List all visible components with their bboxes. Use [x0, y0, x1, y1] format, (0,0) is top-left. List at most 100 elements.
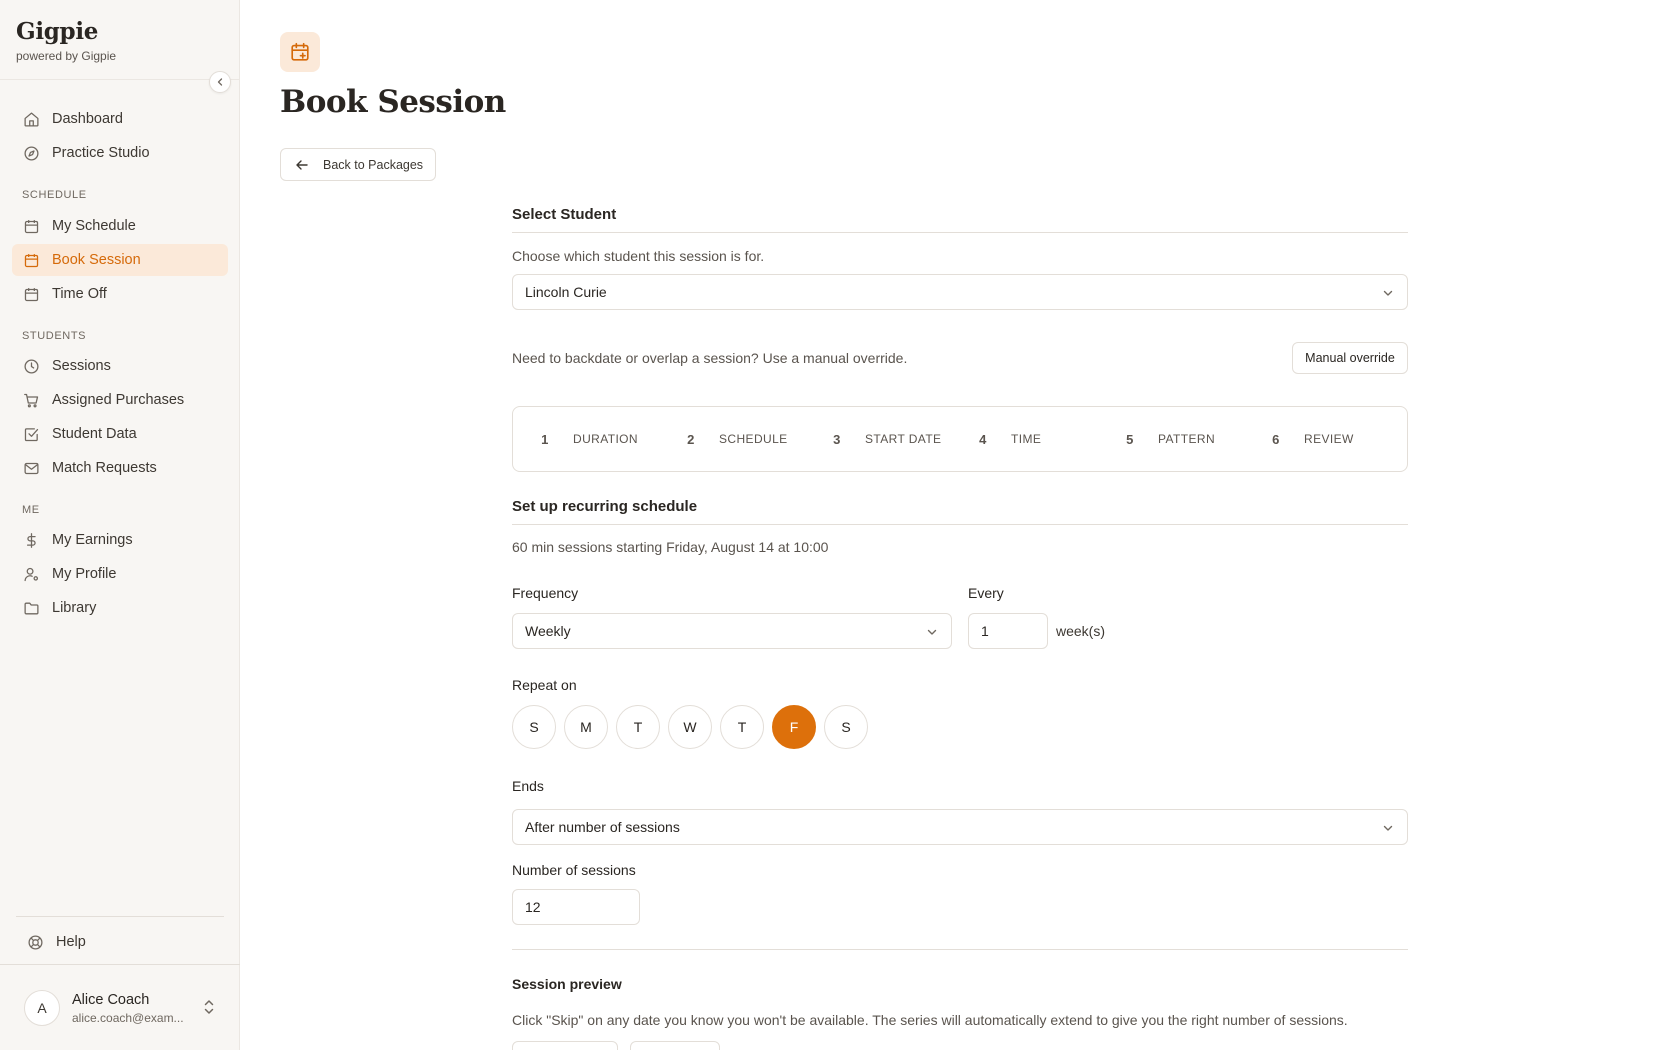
ends-label: Ends [512, 778, 544, 794]
day-toggle-saturday[interactable]: S [824, 705, 868, 749]
sidebar-item-sessions[interactable]: Sessions [12, 350, 228, 382]
nav-section-schedule: SCHEDULE [22, 189, 87, 201]
session-preview-description: Click "Skip" on any date you know you wo… [512, 1012, 1348, 1028]
brand[interactable]: Gigpie powered by Gigpie [16, 18, 116, 63]
sidebar-item-my-schedule[interactable]: My Schedule [12, 210, 228, 242]
step-start-date[interactable]: 3 START DATE [821, 423, 941, 455]
user-name: Alice Coach [72, 991, 150, 1008]
step-label: REVIEW [1304, 432, 1354, 446]
step-number: 4 [979, 431, 987, 447]
sidebar-divider [16, 916, 224, 917]
booking-stepper: 1 DURATION 2 SCHEDULE 3 START DATE 4 TIM… [512, 406, 1408, 472]
frequency-label: Frequency [512, 585, 579, 601]
step-schedule[interactable]: 2 SCHEDULE [675, 423, 788, 455]
sidebar-item-library[interactable]: Library [12, 592, 228, 624]
chevron-up-down-icon [202, 998, 216, 1021]
select-student-heading: Select Student [512, 206, 617, 223]
step-time[interactable]: 4 TIME [967, 423, 1041, 455]
dollar-icon [22, 531, 40, 549]
lifebuoy-icon [26, 933, 44, 951]
calendar-icon [22, 251, 40, 269]
session-count-input[interactable]: 12 [512, 889, 640, 925]
sidebar-item-label: Match Requests [52, 460, 157, 476]
ends-select-value: After number of sessions [525, 819, 680, 835]
help-label: Help [56, 934, 86, 950]
brand-name: Gigpie [16, 18, 99, 45]
step-review: 6 REVIEW [1260, 423, 1354, 455]
sidebar-item-label: My Schedule [52, 218, 136, 234]
sidebar-item-label: Dashboard [52, 111, 123, 127]
step-label: TIME [1011, 432, 1042, 446]
frequency-select[interactable]: Weekly [512, 613, 952, 649]
day-toggle-thursday[interactable]: T [720, 705, 764, 749]
sidebar-item-label: Assigned Purchases [52, 392, 185, 408]
day-toggle-friday[interactable]: F [772, 705, 816, 749]
calendar-icon [22, 217, 40, 235]
step-number: 2 [687, 431, 695, 447]
sidebar-item-label: My Profile [52, 566, 117, 582]
nav-section-students: STUDENTS [22, 330, 87, 342]
select-student-description: Choose which student this session is for… [512, 248, 765, 264]
sidebar-item-label: Sessions [52, 358, 111, 374]
sidebar-item-time-off[interactable]: Time Off [12, 278, 228, 310]
step-pattern[interactable]: 5 PATTERN [1114, 423, 1215, 455]
step-number: 1 [541, 431, 549, 447]
sidebar-item-label: Practice Studio [52, 145, 150, 161]
back-to-packages-button[interactable]: Back to Packages [280, 148, 436, 181]
sidebar-item-my-earnings[interactable]: My Earnings [12, 524, 228, 556]
home-icon [22, 110, 40, 128]
sidebar-item-practice-studio[interactable]: Practice Studio [12, 137, 228, 169]
session-preview-heading: Session preview [512, 976, 622, 992]
calendar-plus-icon [280, 32, 320, 72]
sidebar-item-student-data[interactable]: Student Data [12, 418, 228, 450]
arrow-left-icon [295, 158, 309, 172]
every-interval-input[interactable]: 1 [968, 613, 1048, 649]
day-toggle-tuesday[interactable]: T [616, 705, 660, 749]
chevron-left-icon [217, 78, 223, 86]
clock-icon [22, 357, 40, 375]
step-label: SCHEDULE [719, 432, 788, 446]
step-duration[interactable]: 1 DURATION [529, 423, 638, 455]
day-toggle-wednesday[interactable]: W [668, 705, 712, 749]
user-menu[interactable]: A Alice Coach alice.coach@exam... [16, 985, 224, 1031]
sidebar-item-label: My Earnings [52, 532, 133, 548]
brand-subtitle: powered by Gigpie [16, 49, 117, 63]
page-title: Book Session [280, 84, 506, 120]
collapse-sidebar-button[interactable] [209, 71, 231, 93]
sidebar: Gigpie powered by Gigpie Dashboard Pract… [0, 0, 240, 1050]
user-settings-icon [22, 565, 40, 583]
sidebar-item-my-profile[interactable]: My Profile [12, 558, 228, 590]
chevron-down-icon [925, 625, 939, 639]
step-label: START DATE [865, 432, 942, 446]
folder-icon [22, 599, 40, 617]
sidebar-item-label: Library [52, 600, 97, 616]
compass-icon [22, 144, 40, 162]
preview-chip [630, 1041, 720, 1050]
sidebar-item-assigned-purchases[interactable]: Assigned Purchases [12, 384, 228, 416]
day-toggle-sunday[interactable]: S [512, 705, 556, 749]
avatar: A [24, 990, 60, 1026]
step-number: 3 [833, 431, 841, 447]
ends-select[interactable]: After number of sessions [512, 809, 1408, 845]
section-divider [512, 232, 1408, 233]
day-toggle-monday[interactable]: M [564, 705, 608, 749]
cart-icon [22, 391, 40, 409]
chevron-down-icon [1381, 286, 1395, 300]
session-count-label: Number of sessions [512, 862, 636, 878]
sidebar-item-label: Student Data [52, 426, 137, 442]
calendar-icon [22, 285, 40, 303]
sidebar-item-label: Time Off [52, 286, 107, 302]
mail-icon [22, 459, 40, 477]
nav-section-me: ME [22, 504, 40, 516]
user-email: alice.coach@exam... [72, 1010, 184, 1025]
sidebar-item-match-requests[interactable]: Match Requests [12, 452, 228, 484]
sidebar-item-help[interactable]: Help [16, 927, 224, 957]
sidebar-item-dashboard[interactable]: Dashboard [12, 103, 228, 135]
step-label: PATTERN [1158, 432, 1216, 446]
section-divider [512, 949, 1408, 950]
manual-override-button[interactable]: Manual override [1292, 342, 1408, 374]
user-divider [0, 964, 240, 965]
recurring-heading: Set up recurring schedule [512, 498, 698, 515]
sidebar-item-book-session[interactable]: Book Session [12, 244, 228, 276]
student-select[interactable]: Lincoln Curie [512, 274, 1408, 310]
